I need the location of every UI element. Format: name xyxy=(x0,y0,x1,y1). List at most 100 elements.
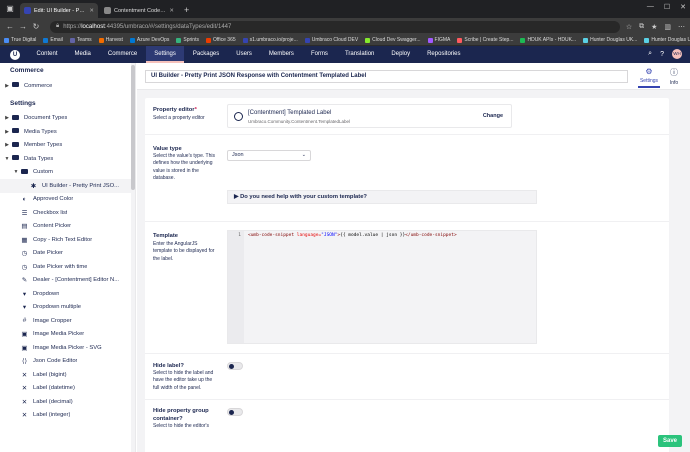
section-repositories[interactable]: Repositories xyxy=(419,46,469,63)
datatype-icon: ▣ xyxy=(21,344,28,352)
tree-item[interactable]: ◷ Date Picker xyxy=(0,247,135,261)
favorites-icon[interactable]: ★ xyxy=(651,23,657,31)
app-info[interactable]: ⓘ Info xyxy=(663,67,685,88)
tree-item[interactable]: ▶ Member Types xyxy=(0,139,135,153)
tree-item[interactable]: ▼ Data Types xyxy=(0,152,135,166)
template-code-editor[interactable]: 1 <umb-code-snippet language="JSON">{{ m… xyxy=(227,230,537,344)
tab-close-icon[interactable]: ✕ xyxy=(89,8,94,14)
back-icon[interactable]: ← xyxy=(5,22,15,31)
tree-item[interactable]: ▤ Content Picker xyxy=(0,220,135,234)
collections-icon[interactable]: ▥ xyxy=(664,23,671,31)
section-media[interactable]: Media xyxy=(66,46,99,63)
tab-close-icon[interactable]: ✕ xyxy=(169,8,174,14)
bookmark-item[interactable]: s1.umbraco.io/proje... xyxy=(242,37,298,43)
value-type-select[interactable]: Json ⌄ xyxy=(227,150,311,161)
url-host: localhost xyxy=(81,23,105,30)
datatype-name-input[interactable]: UI Builder - Pretty Print JSON Response … xyxy=(145,70,628,83)
section-settings[interactable]: Settings xyxy=(145,46,185,63)
save-button[interactable]: Save xyxy=(658,435,682,447)
tree-item[interactable]: ✕ Label (integer) xyxy=(0,409,135,423)
bookmark-item[interactable]: Umbraco Cloud DEV xyxy=(304,37,358,43)
tree-item[interactable]: ▣ Image Media Picker xyxy=(0,328,135,342)
tree-item[interactable]: ◐ Approved Color xyxy=(0,193,135,207)
bookmark-item[interactable]: Teams xyxy=(69,37,92,43)
bookmark-item[interactable]: Azure DevOps xyxy=(129,37,169,43)
app-settings[interactable]: ⚙ Settings xyxy=(638,67,660,88)
bookmark-favicon-icon xyxy=(644,37,650,43)
section-packages[interactable]: Packages xyxy=(184,46,227,63)
tree-item[interactable]: ✱ UI Builder - Pretty Print JSO... xyxy=(0,179,135,193)
tree-item[interactable]: ✕ Label (decimal) xyxy=(0,395,135,409)
tree-item[interactable]: ▾ Dropdown multiple xyxy=(0,301,135,315)
hide-label-toggle[interactable] xyxy=(227,362,243,370)
bookmark-favicon-icon xyxy=(304,37,310,43)
property-label: Hide label? xyxy=(153,363,184,369)
section-commerce[interactable]: Commerce xyxy=(99,46,145,63)
tree-item[interactable]: ▣ Image Media Picker - SVG xyxy=(0,341,135,355)
browser-tab-active[interactable]: Edit: UI Builder - Pretty Print JSON... … xyxy=(20,3,98,18)
template-help-toggle[interactable]: ▶ Do you need help with your custom temp… xyxy=(227,190,537,204)
tree-item[interactable]: ☰ Checkbox list xyxy=(0,206,135,220)
change-button[interactable]: Change xyxy=(483,113,503,119)
datatype-icon: ✱ xyxy=(30,182,37,190)
expand-caret-icon[interactable]: ▶ xyxy=(3,83,11,89)
tree-item[interactable]: ▶ Document Types xyxy=(0,112,135,126)
bookmark-item[interactable]: Harvest xyxy=(98,37,123,43)
help-icon[interactable]: ? xyxy=(660,51,664,58)
refresh-icon[interactable]: ↻ xyxy=(31,22,41,31)
lock-icon: 🔒︎ xyxy=(56,23,60,29)
section-deploy[interactable]: Deploy xyxy=(383,46,419,63)
star-icon[interactable]: ☆ xyxy=(626,23,632,31)
bookmark-item[interactable]: Office 365 xyxy=(205,37,236,43)
forward-icon[interactable]: → xyxy=(18,22,28,31)
bookmark-item[interactable]: Hunter Douglas UK... xyxy=(583,37,637,43)
bookmark-item[interactable]: Email xyxy=(43,37,63,43)
tree-scroll-thumb[interactable] xyxy=(131,65,135,190)
url-field[interactable]: 🔒︎ https://localhost:44395/umbraco/#/set… xyxy=(50,20,620,33)
tree-item[interactable]: ◷ Date Picker with time xyxy=(0,260,135,274)
tree-item[interactable]: ▶ Media Types xyxy=(0,125,135,139)
section-members[interactable]: Members xyxy=(260,46,302,63)
tree-item-commerce[interactable]: ▶ Commerce xyxy=(0,79,135,93)
new-tab-icon[interactable]: + xyxy=(184,5,189,15)
section-forms[interactable]: Forms xyxy=(302,46,336,63)
datatype-icon: ✕ xyxy=(21,371,28,379)
expand-caret-icon[interactable]: ▶ xyxy=(3,142,11,148)
bookmark-item[interactable]: HDUK APIs - HDUK... xyxy=(520,37,576,43)
browser-tab[interactable]: Contentment Code Editor - Can ... ✕ xyxy=(100,3,178,18)
bookmark-label: Office 365 xyxy=(212,37,236,43)
tree-scrollbar[interactable] xyxy=(131,63,135,452)
maximize-icon[interactable]: ☐ xyxy=(664,3,670,11)
section-translation[interactable]: Translation xyxy=(336,46,382,63)
tree-item[interactable]: ⟨⟩ Json Code Editor xyxy=(0,355,135,369)
close-window-icon[interactable]: ✕ xyxy=(680,3,686,11)
tree-item[interactable]: ✕ Label (bigint) xyxy=(0,368,135,382)
expand-caret-icon[interactable]: ▼ xyxy=(3,156,11,162)
bookmark-item[interactable]: Scribe | Create Step... xyxy=(457,37,513,43)
bookmark-item[interactable]: Sprints xyxy=(176,37,199,43)
more-icon[interactable]: ⋯ xyxy=(678,23,685,31)
bookmark-item[interactable]: FIGMA xyxy=(427,37,450,43)
search-icon[interactable]: ⌕ xyxy=(648,50,652,58)
tree-item[interactable]: ▼ Custom xyxy=(0,166,135,180)
section-content[interactable]: Content xyxy=(28,46,66,63)
tree-item[interactable]: ▦ Copy - Rich Text Editor xyxy=(0,233,135,247)
hide-group-toggle[interactable] xyxy=(227,408,243,416)
expand-caret-icon[interactable]: ▼ xyxy=(12,169,20,175)
expand-caret-icon[interactable]: ▶ xyxy=(3,115,11,121)
bookmark-item[interactable]: Cloud Dev Swagger... xyxy=(365,37,421,43)
minimize-icon[interactable]: — xyxy=(647,3,654,11)
umbraco-logo-icon[interactable]: U xyxy=(10,49,20,60)
bookmark-item[interactable]: Hunter Douglas UK... xyxy=(644,37,690,43)
tree-item[interactable]: # Image Cropper xyxy=(0,314,135,328)
bookmark-item[interactable]: True Digital xyxy=(4,37,36,43)
address-bar-row: ← → ↻ 🔒︎ https://localhost:44395/umbraco… xyxy=(0,18,690,35)
section-users[interactable]: Users xyxy=(228,46,261,63)
avatar[interactable]: WH xyxy=(672,49,682,59)
expand-caret-icon[interactable]: ▶ xyxy=(3,129,11,135)
tree-item[interactable]: ▾ Dropdown xyxy=(0,287,135,301)
window-menu-icon[interactable]: ▣ xyxy=(4,3,16,15)
extensions-icon[interactable]: ⧉ xyxy=(639,23,644,31)
tree-item[interactable]: ✎ Dealer - [Contentment] Editor N... xyxy=(0,274,135,288)
tree-item[interactable]: ✕ Label (datetime) xyxy=(0,382,135,396)
